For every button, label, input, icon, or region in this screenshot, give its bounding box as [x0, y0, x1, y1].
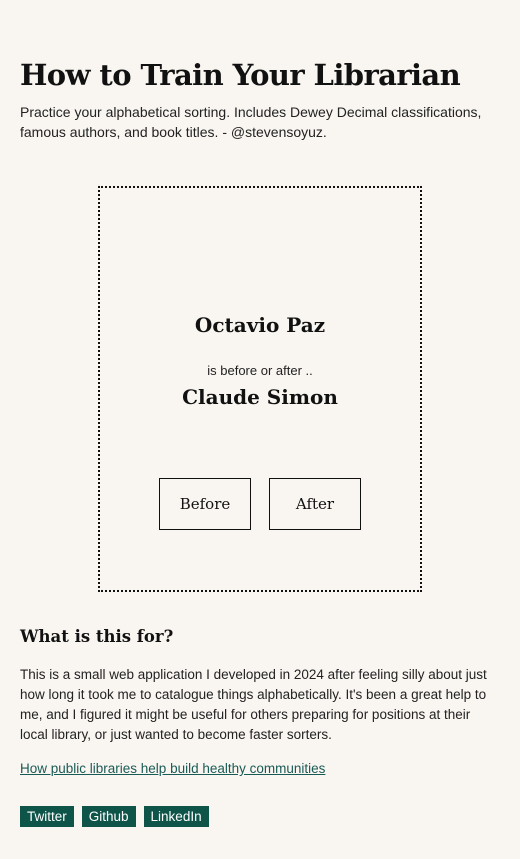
quiz-subject: Octavio Paz: [194, 313, 326, 337]
quiz-card: Octavio Paz is before or after .. Claude…: [98, 186, 422, 592]
about-heading: What is this for?: [20, 627, 174, 646]
quiz-target: Claude Simon: [182, 385, 338, 409]
linkedin-link[interactable]: LinkedIn: [143, 806, 209, 827]
github-link[interactable]: Github: [81, 806, 136, 827]
quiz-prompt: is before or after ..: [207, 363, 313, 378]
after-button[interactable]: After: [269, 478, 361, 530]
about-text: This is a small web application I develo…: [20, 667, 487, 742]
libraries-article-link[interactable]: How public libraries help build healthy …: [20, 759, 325, 779]
twitter-link[interactable]: Twitter: [20, 806, 74, 827]
intro-text: Practice your alphabetical sorting. Incl…: [20, 104, 482, 140]
before-button[interactable]: Before: [159, 478, 251, 530]
page-title: How to Train Your Librarian: [20, 58, 461, 92]
social-links: Twitter Github LinkedIn: [20, 806, 209, 827]
